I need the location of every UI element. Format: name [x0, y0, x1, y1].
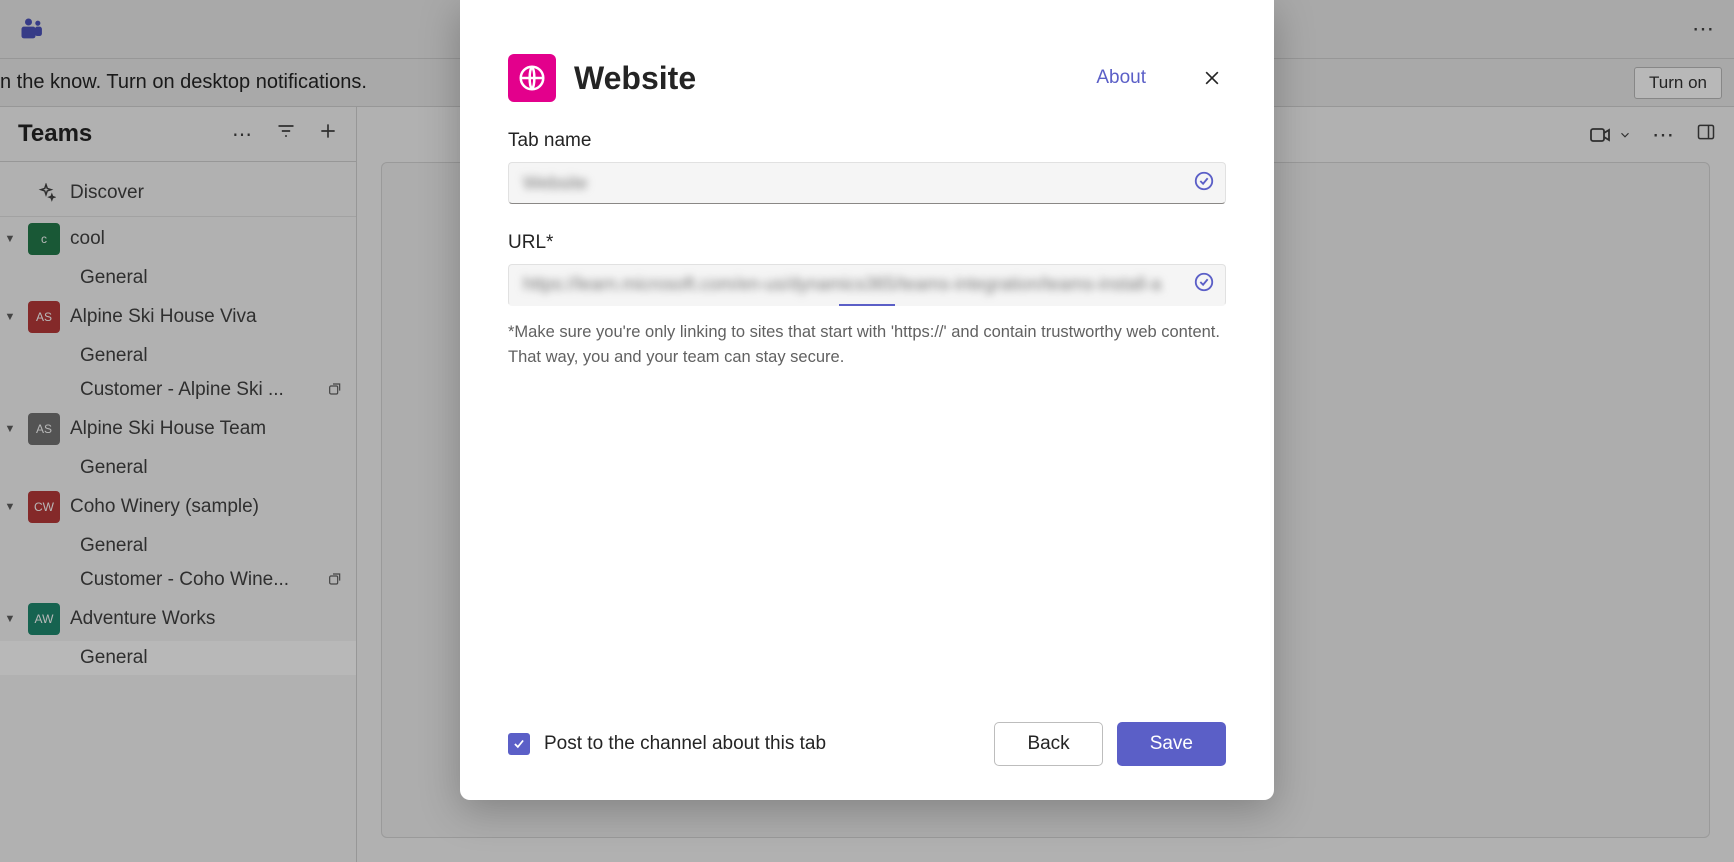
- close-button[interactable]: [1198, 64, 1226, 92]
- post-label: Post to the channel about this tab: [544, 733, 826, 755]
- check-icon: [1193, 170, 1215, 197]
- dialog-title: Website: [574, 60, 696, 97]
- check-icon: [1193, 271, 1215, 298]
- post-checkbox[interactable]: Post to the channel about this tab: [508, 733, 826, 755]
- url-field: URL* *Make sure you're only linking to s…: [508, 232, 1226, 370]
- about-link[interactable]: About: [1096, 67, 1146, 89]
- tab-name-input-wrap[interactable]: [508, 162, 1226, 204]
- checkbox-checked-icon: [508, 733, 530, 755]
- save-button[interactable]: Save: [1117, 722, 1226, 766]
- tab-name-field: Tab name: [508, 130, 1226, 204]
- url-label: URL*: [508, 232, 1226, 254]
- modal-overlay[interactable]: Website About Tab name URL*: [0, 0, 1734, 862]
- focus-underline: [839, 304, 895, 306]
- url-input[interactable]: [523, 274, 1181, 295]
- dialog-footer: Post to the channel about this tab Back …: [460, 722, 1274, 800]
- dialog-header: Website About: [508, 54, 1226, 102]
- tab-name-input[interactable]: [523, 173, 1181, 194]
- url-input-wrap[interactable]: [508, 264, 1226, 306]
- website-dialog: Website About Tab name URL*: [460, 0, 1274, 800]
- back-button[interactable]: Back: [994, 722, 1102, 766]
- tab-name-label: Tab name: [508, 130, 1226, 152]
- globe-icon: [508, 54, 556, 102]
- url-helper-text: *Make sure you're only linking to sites …: [508, 320, 1226, 370]
